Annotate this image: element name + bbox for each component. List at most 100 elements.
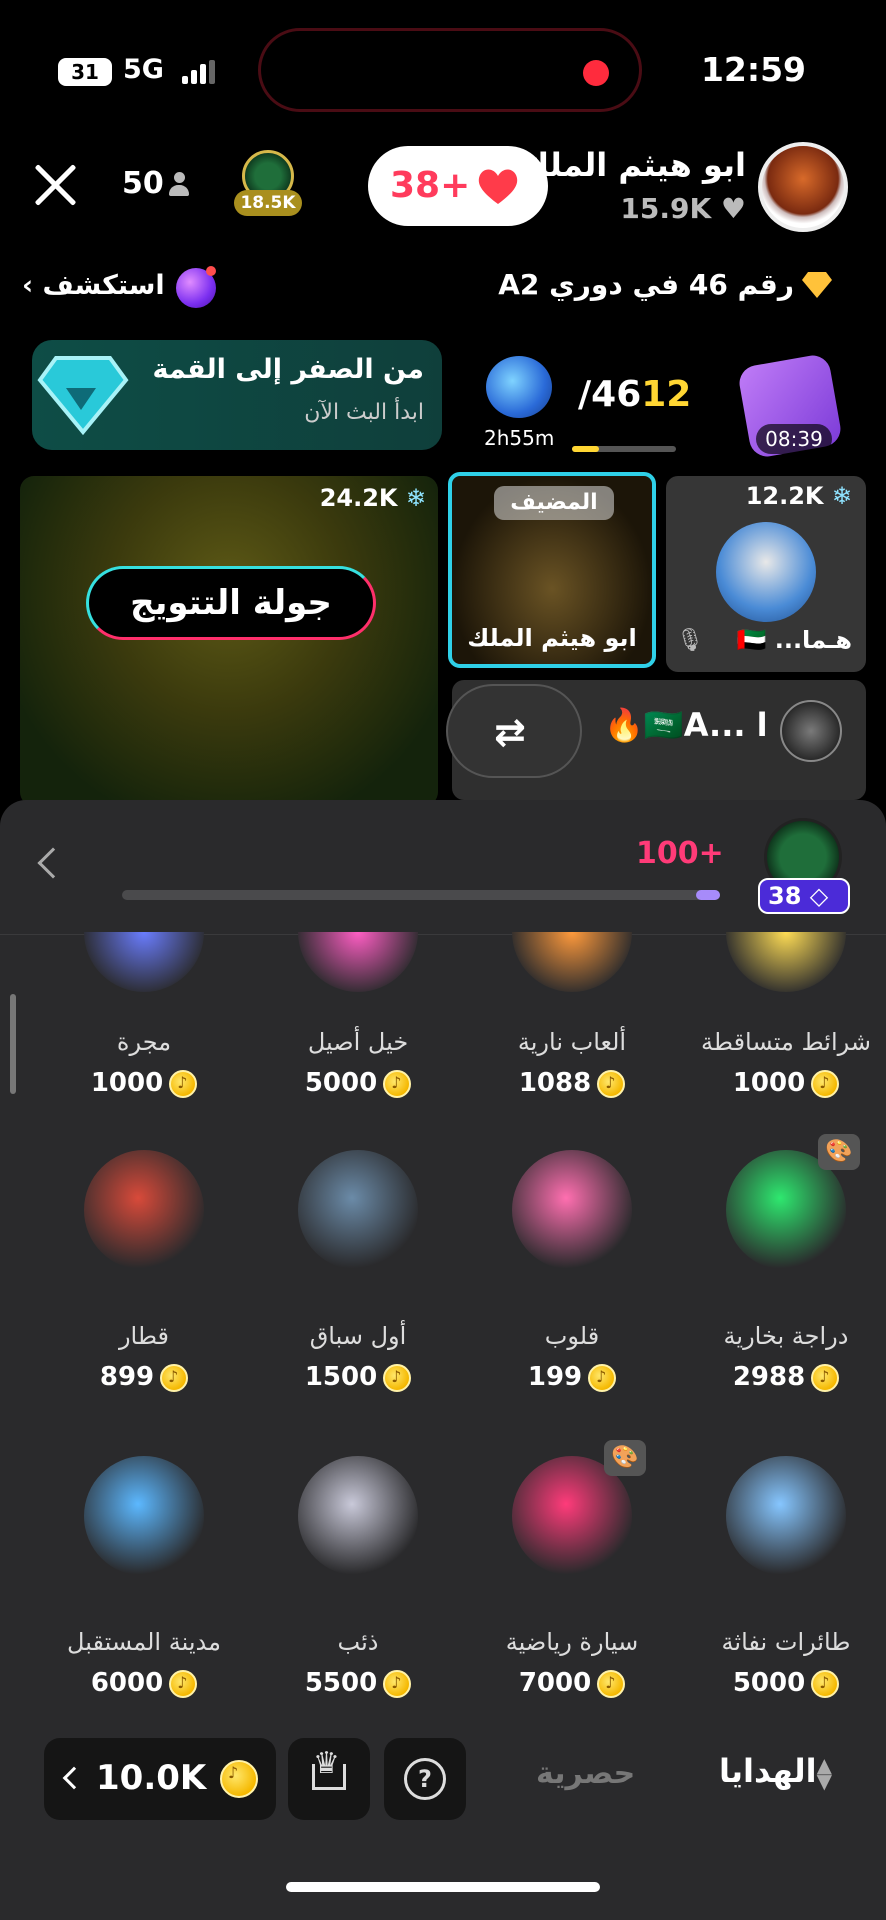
coin-icon [169,1069,198,1098]
heart-icon [478,169,518,204]
crown-button[interactable] [288,1738,370,1820]
gift-image-icon [84,932,204,992]
gift-price-value: 1500 [304,1362,378,1392]
tab-gifts-label: الهدايا [719,1752,817,1790]
gift-price: 2988 [686,1362,886,1392]
guest-video-tile[interactable]: 12.2K ❄ هـما... 🇦🇪 🎙 [666,476,866,672]
gift-name: قطار [118,1322,170,1350]
network-label: 5G [123,54,164,85]
gem-icon [37,356,129,436]
question-button[interactable]: ? [384,1738,466,1820]
gift-image-icon [726,1456,846,1576]
task-current: 12 [641,374,692,415]
sort-icon: ▲ ▼ [816,1753,832,1793]
mic-muted-icon: 🎙 [676,628,704,653]
gift-price-value: 5000 [732,1668,806,1698]
promo-title: من الصفر إلى القمة [152,354,424,385]
gift-price: 199 [472,1362,672,1392]
rank-badge[interactable]: 18.5K [232,150,304,222]
gift-price-value: 1000 [90,1068,164,1098]
gift-name: أول سباق [309,1322,407,1350]
gift-image-icon [84,1150,204,1270]
level-badge-value: 38 [768,882,802,910]
tab-exclusive[interactable]: حصرية [536,1756,635,1791]
gift-price-value: 2988 [732,1362,806,1392]
palette-icon[interactable]: 🎨 [604,1440,646,1476]
gift-item[interactable]: مدينة المستقبل 6000 [44,1456,244,1706]
gift-image-icon [298,1456,418,1576]
coin-balance-button[interactable]: 10.0K [44,1738,276,1820]
secondary-user-name-text: A... ا [683,706,768,744]
gift-price-value: 1000 [732,1068,806,1098]
gift-item[interactable]: أول سباق 1500 [258,1150,458,1400]
secondary-user-avatar[interactable] [780,700,842,762]
gift-price: 5500 [258,1668,458,1698]
host-name[interactable]: ابو هيثم الملك [520,146,746,184]
pet-icon[interactable] [486,356,552,418]
promo-banner[interactable]: من الصفر إلى القمة ابدأ البث الآن [32,340,442,450]
gem-outline-icon: ◇ [809,882,829,910]
palette-icon[interactable]: 🎨 [818,1134,860,1170]
secondary-user-emoji: 🔥🇸🇦 [604,706,684,744]
close-icon[interactable] [32,162,78,208]
gift-price: 1000 [44,1068,244,1098]
guest-name-text: هـما... [774,626,852,654]
host-likes: 15.9K ♥ [620,192,746,225]
gift-name: مجرة [116,1028,172,1056]
gift-item[interactable]: سيارة رياضية 7000 [472,1456,672,1706]
gift-item[interactable]: طائرات نفاثة 5000 [686,1456,886,1706]
coin-icon [811,1363,840,1392]
gift-price-value: 899 [99,1362,155,1392]
explore-link[interactable]: ‹ استكشف [22,270,165,301]
gift-item[interactable]: خيل أصيل 5000 [258,932,458,1182]
gift-item[interactable]: دراجة بخارية 2988 [686,1150,886,1400]
gift-price: 899 [44,1362,244,1392]
guest-avatar [716,522,816,622]
level-progress-fill [696,890,720,900]
gift-item[interactable]: ألعاب نارية 1088 [472,932,672,1182]
coin-icon [169,1669,198,1698]
coin-icon [160,1363,189,1392]
gift-price: 5000 [686,1668,886,1698]
clock: 12:59 [700,50,806,89]
level-badge: 38 ◇ [758,878,850,914]
status-bar: 31 5G 12:59 [0,0,886,140]
battery-indicator: 31 [58,58,112,86]
scrollbar[interactable] [10,994,16,1094]
gift-item[interactable]: قلوب 199 [472,1150,672,1400]
main-video-tile[interactable]: 24.2K ❄ [20,476,438,806]
secondary-user-name: 🔥🇸🇦A... ا [604,706,768,744]
level-progress-bar [122,890,720,900]
gift-price-value: 7000 [518,1668,592,1698]
tab-gifts[interactable]: ▲ ▼الهدايا [719,1752,840,1793]
gift-item[interactable]: ذئب 5500 [258,1456,458,1706]
swap-button[interactable]: ⇄ [446,684,582,778]
host-video-tile[interactable]: المضيف ابو هيثم الملك [448,472,656,668]
home-indicator[interactable] [286,1882,600,1892]
gift-image-icon [84,1456,204,1576]
chevron-left-icon [62,1766,86,1790]
gift-price: 1088 [472,1068,672,1098]
gift-name: ذئب [337,1628,379,1656]
gift-item[interactable]: مجرة 1000 [44,932,244,1182]
viewer-count-value: 50 [122,166,164,201]
task-progress-fill [572,446,600,452]
coin-icon [811,1069,840,1098]
gift-price: 7000 [472,1668,672,1698]
league-rank[interactable]: رقم 46 في دوري A2 [498,268,794,301]
guest-tile-count: 12.2K ❄ [746,482,852,510]
host-avatar[interactable] [758,142,848,232]
gift-name: طائرات نفاثة [721,1628,851,1656]
planet-icon[interactable] [176,266,216,308]
gift-item[interactable]: قطار 899 [44,1150,244,1400]
question-icon: ? [404,1758,446,1800]
coin-icon [383,1669,412,1698]
viewer-count[interactable]: 50 [122,166,190,201]
main-tile-count: 24.2K ❄ [320,484,426,512]
host-tag: المضيف [494,486,614,520]
task-progress[interactable]: /4612 [578,374,691,415]
signal-icon [182,60,216,84]
gift-price: 1500 [258,1362,458,1392]
gift-name: ألعاب نارية [517,1028,627,1056]
dynamic-island [258,28,642,112]
